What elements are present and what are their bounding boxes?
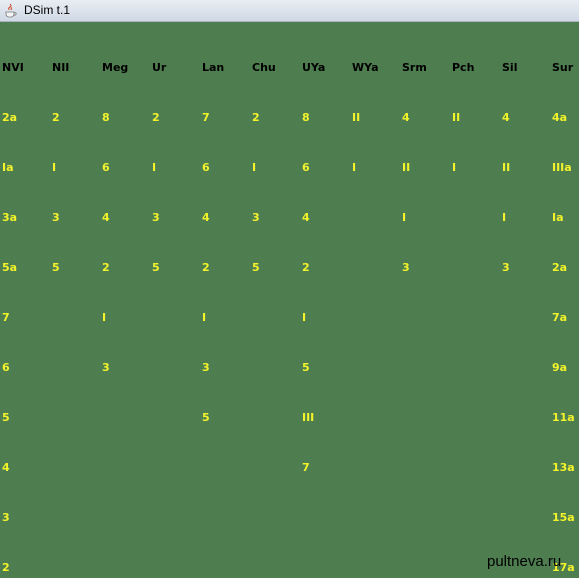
- table-cell: I: [452, 161, 457, 174]
- table-cell: II: [452, 111, 461, 124]
- table-cell: 4: [502, 111, 510, 124]
- table-cell: 5: [52, 261, 60, 274]
- java-app-icon: [5, 3, 17, 18]
- table-cell: 3: [252, 211, 260, 224]
- column-header: NII: [52, 61, 70, 74]
- column-header: NVI: [2, 61, 24, 74]
- table-cell: 5: [2, 411, 10, 424]
- table-cell: 5: [252, 261, 260, 274]
- table-cell: 2a: [2, 111, 18, 124]
- table-cell: I: [152, 161, 157, 174]
- table-cell: 2: [52, 111, 60, 124]
- table-cell: III: [302, 411, 315, 424]
- table-cell: 6: [2, 361, 10, 374]
- column-header: Sur: [552, 61, 574, 74]
- table-cell: 7: [202, 111, 210, 124]
- table-cell: 4: [102, 211, 110, 224]
- table-cell: I: [402, 211, 407, 224]
- table-cell: 2: [252, 111, 260, 124]
- window-titlebar[interactable]: DSim t.1: [0, 0, 579, 22]
- table-cell: 13a: [552, 461, 575, 474]
- table-cell: I: [202, 311, 207, 324]
- table-cell: 2: [102, 261, 110, 274]
- table-cell: I: [52, 161, 57, 174]
- table-cell: 4: [302, 211, 310, 224]
- table-cell: 4: [2, 461, 10, 474]
- table-cell: 4a: [552, 111, 568, 124]
- table-cell: 5: [152, 261, 160, 274]
- table-cell: I: [302, 311, 307, 324]
- table-cell: 6: [202, 161, 210, 174]
- table-cell: I: [352, 161, 357, 174]
- column-header: Srm: [402, 61, 427, 74]
- table-cell: 11a: [552, 411, 575, 424]
- table-cell: Ia: [552, 211, 564, 224]
- table-cell: 6: [102, 161, 110, 174]
- table-cell: 3a: [2, 211, 18, 224]
- table-cell: 5: [302, 361, 310, 374]
- column-header: Chu: [252, 61, 276, 74]
- table-cell: 2: [302, 261, 310, 274]
- data-table: NVI NII Meg Ur Lan Chu UYa WYa Srm Pch Sil Sur 2a 2 8 2…: [0, 22, 579, 578]
- table-cell: II: [352, 111, 361, 124]
- table-cell: 3: [52, 211, 60, 224]
- column-header: Meg: [102, 61, 129, 74]
- watermark: pultneva.ru: [487, 553, 562, 570]
- table-cell: 5: [202, 411, 210, 424]
- table-cell: I: [102, 311, 107, 324]
- table-cell: 7: [2, 311, 10, 324]
- table-cell: I: [252, 161, 257, 174]
- column-header: Sil: [502, 61, 518, 74]
- table-cell: 9a: [552, 361, 568, 374]
- table-cell: 2: [202, 261, 210, 274]
- table-cell: 2a: [552, 261, 568, 274]
- table-cell: IIIa: [552, 161, 572, 174]
- table-cell: 3: [152, 211, 160, 224]
- table-cell: II: [502, 161, 511, 174]
- table-cell: I: [502, 211, 507, 224]
- table-cell: 3: [402, 261, 410, 274]
- table-cell: 6: [302, 161, 310, 174]
- column-header: WYa: [352, 61, 379, 74]
- window-title: DSim t.1: [24, 3, 71, 17]
- table-cell: 3: [2, 511, 10, 524]
- column-header: Ur: [152, 61, 167, 74]
- table-cell: 8: [302, 111, 310, 124]
- table-cell: 3: [502, 261, 510, 274]
- table-cell: II: [402, 161, 411, 174]
- table-cell: 4: [402, 111, 410, 124]
- table-cell: 2: [2, 561, 10, 574]
- column-header: Pch: [452, 61, 475, 74]
- table-cell: 3: [102, 361, 110, 374]
- table-cell: Ia: [2, 161, 14, 174]
- table-cell: 4: [202, 211, 210, 224]
- column-header: Lan: [202, 61, 225, 74]
- table-cell: 7a: [552, 311, 568, 324]
- table-cell: 2: [152, 111, 160, 124]
- table-cell: 3: [202, 361, 210, 374]
- table-cell: 15a: [552, 511, 575, 524]
- table-cell: 5a: [2, 261, 18, 274]
- table-cell: 8: [102, 111, 110, 124]
- column-header: UYa: [302, 61, 326, 74]
- table-cell: 7: [302, 461, 310, 474]
